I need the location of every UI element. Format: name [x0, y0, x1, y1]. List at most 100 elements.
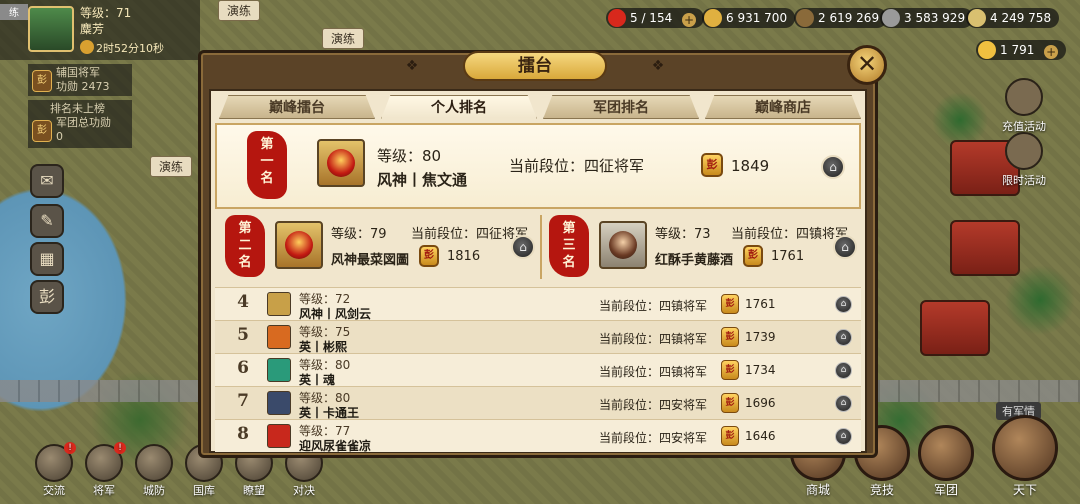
current-tier: 当前段位：四镇将军 — [599, 365, 708, 379]
legion-merit-title: 军团总功勋 — [56, 116, 111, 129]
tab-legion-ranking[interactable]: 军团排名 — [543, 95, 699, 119]
resource-value: 5 / 154 — [630, 11, 673, 25]
player-level: 等级：71 — [80, 6, 132, 20]
visit-home-button[interactable]: ⌂ — [835, 428, 852, 445]
diamond-ornament-icon: ❖ — [405, 58, 419, 74]
resource-grain[interactable]: 4 249 758 — [966, 8, 1060, 28]
player-level: 等级：80 — [377, 147, 442, 165]
chat-button[interactable]: ! 交流 — [32, 442, 76, 498]
lion-portrait-icon — [317, 139, 365, 187]
map-drill-label[interactable]: 演练 — [150, 156, 193, 177]
rank-second-row[interactable]: 第二名 等级：79 当前段位：四征将军 风神最菜図圖 彭 1816 ⌂ — [221, 213, 539, 283]
merit-coin-icon: 彭 — [721, 360, 739, 380]
player-name: 风神丨焦文通 — [377, 171, 468, 189]
legion-merit-info[interactable]: 排名未上榜 彭 军团总功勋 0 — [28, 100, 132, 148]
resource-lumber[interactable]: 2 619 269 — [794, 8, 888, 28]
player-name: 麋芳 — [80, 22, 105, 36]
tab-peak-shop[interactable]: 巅峰商店 — [705, 95, 861, 119]
player-name: 迎风尿雀雀凉 — [299, 439, 372, 453]
merit-coin-icon: 彭 — [721, 426, 739, 446]
ranking-row[interactable]: 8 等级：77 迎风尿雀雀凉 当前段位：四安将军 彭 1646 ⌂ — [215, 419, 861, 453]
hourglass-icon — [1005, 132, 1043, 170]
score: 1696 — [745, 396, 776, 410]
mail-button[interactable]: ✉ — [30, 164, 64, 198]
lumber-icon — [796, 9, 814, 27]
current-tier: 当前段位：四镇将军 — [599, 332, 708, 346]
shop-label: 商城 — [805, 483, 830, 497]
rank-status: 排名未上榜 — [50, 102, 105, 115]
map-drill-label[interactable]: 演练 — [218, 0, 261, 21]
visit-home-button[interactable]: ⌂ — [821, 155, 845, 179]
medal-icon: 彭 — [32, 70, 52, 92]
medal-button[interactable]: 彭 — [30, 280, 64, 314]
legion-button[interactable]: 军团 — [914, 425, 978, 498]
rank-number: 8 — [237, 424, 249, 444]
scroll-button[interactable]: ✎ — [30, 204, 64, 238]
ranking-row[interactable]: 7 等级：80 英丨卡通王 当前段位：四安将军 彭 1696 ⌂ — [215, 386, 861, 420]
ranking-row[interactable]: 5 等级：75 英丨彬熙 当前段位：四镇将军 彭 1739 ⌂ — [215, 320, 861, 354]
merit-value: 功勋 2473 — [56, 80, 110, 93]
home-tag: 练 — [0, 4, 28, 20]
resource-value: 4 249 758 — [990, 11, 1052, 25]
resource-gold[interactable]: 6 931 700 — [702, 8, 796, 28]
lion-portrait-icon — [275, 221, 323, 269]
dialog-content: 巅峰擂台 个人排名 军团排名 巅峰商店 第一名 等级：80 风神丨焦文通 当前段… — [209, 89, 867, 453]
stone-icon — [882, 9, 900, 27]
arena-dialog: ❖ 擂台 ❖ ✕ 巅峰擂台 个人排名 军团排名 巅峰商店 第一名 等级：80 风… — [198, 45, 887, 458]
current-tier: 当前段位：四安将军 — [599, 431, 708, 445]
add-icon[interactable]: + — [1044, 45, 1059, 59]
tab-peak-arena[interactable]: 巅峰擂台 — [219, 95, 375, 119]
visit-home-button[interactable]: ⌂ — [835, 329, 852, 346]
treasury-label: 国库 — [193, 484, 215, 497]
add-icon[interactable]: + — [682, 13, 697, 27]
resource-ingot[interactable]: 1 791 + — [976, 40, 1067, 60]
map-building — [950, 220, 1020, 276]
defense-button[interactable]: 城防 — [132, 444, 176, 498]
rank-third-row[interactable]: 第三名 等级：73 当前段位：四镇将军 红酥手黄藤酒 彭 1761 ⌂ — [545, 213, 863, 283]
limited-event-button[interactable]: 限时活动 — [994, 132, 1054, 188]
limited-event-label: 限时活动 — [1002, 174, 1046, 187]
gold-ingot-icon — [1005, 78, 1043, 116]
ranking-row[interactable]: 6 等级：80 英丨魂 当前段位：四镇将军 彭 1734 ⌂ — [215, 353, 861, 387]
diamond-ornament-icon: ❖ — [651, 58, 665, 74]
merit-info[interactable]: 彭 辅国将军 功勋 2473 — [28, 64, 132, 96]
general-button[interactable]: ! 将军 — [82, 442, 126, 498]
legion-merit-value: 0 — [56, 130, 63, 143]
resource-troops[interactable]: 5 / 154 + — [606, 8, 705, 28]
score: 1761 — [771, 249, 805, 264]
ranking-row[interactable]: 4 等级：72 风神丨风剑云 当前段位：四镇将军 彭 1761 ⌂ — [215, 287, 861, 321]
merit-coin-icon: 彭 — [743, 245, 763, 267]
watch-label: 瞭望 — [243, 484, 265, 497]
visit-home-button[interactable]: ⌂ — [511, 235, 535, 259]
calendar-button[interactable]: ▦ — [30, 242, 64, 276]
resource-stone[interactable]: 3 583 929 — [880, 8, 974, 28]
close-button[interactable]: ✕ — [847, 45, 887, 85]
legion-label: 军团 — [933, 483, 958, 497]
player-avatar[interactable] — [28, 6, 74, 52]
hero-portrait-icon — [599, 221, 647, 269]
tab-personal-ranking[interactable]: 个人排名 — [381, 95, 537, 119]
merit-coin-icon: 彭 — [721, 393, 739, 413]
rank-number: 4 — [237, 292, 249, 312]
chat-label: 交流 — [43, 484, 65, 497]
score: 1646 — [745, 429, 776, 443]
merit-coin-icon: 彭 — [721, 327, 739, 347]
rank-first-row[interactable]: 第一名 等级：80 风神丨焦文通 当前段位：四征将军 彭 1849 ⌂ — [215, 123, 861, 209]
ingot-icon — [978, 41, 996, 59]
dialog-title: 擂台 — [463, 51, 607, 81]
recharge-event-button[interactable]: 充值活动 — [994, 78, 1054, 134]
visit-home-button[interactable]: ⌂ — [835, 395, 852, 412]
map-drill-label[interactable]: 演练 — [322, 28, 365, 49]
flag-icon — [608, 9, 626, 27]
resource-value: 2 619 269 — [818, 11, 880, 25]
world-button[interactable]: 天下 — [986, 415, 1064, 498]
gold-coin-icon — [704, 9, 722, 27]
visit-home-button[interactable]: ⌂ — [833, 235, 857, 259]
ranking-list: 4 等级：72 风神丨风剑云 当前段位：四镇将军 彭 1761 ⌂ 5 等级：7… — [215, 287, 861, 453]
visit-home-button[interactable]: ⌂ — [835, 362, 852, 379]
player-timer: 2时52分10秒 — [96, 42, 164, 55]
shield-icon — [135, 444, 173, 482]
grain-icon — [968, 9, 986, 27]
clock-icon — [80, 40, 94, 54]
visit-home-button[interactable]: ⌂ — [835, 296, 852, 313]
